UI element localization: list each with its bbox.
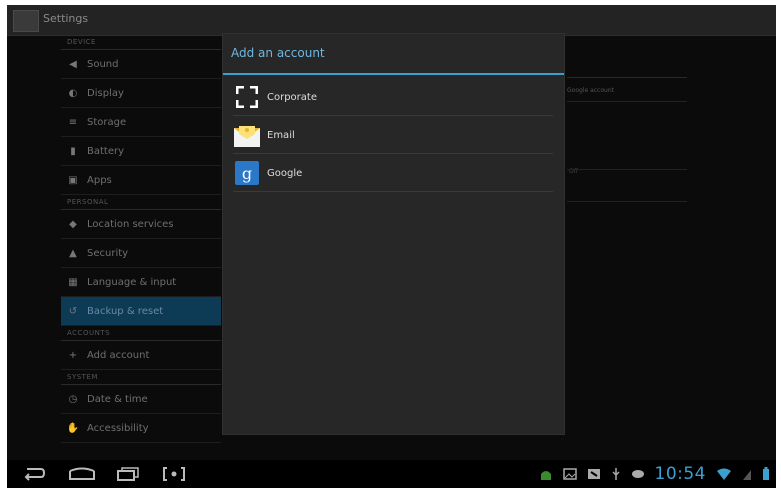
divider bbox=[567, 77, 687, 78]
dialog-title-divider bbox=[223, 73, 564, 75]
sidebar-item-label: Security bbox=[87, 247, 129, 259]
back-icon bbox=[24, 468, 45, 481]
plus-icon: + bbox=[68, 349, 78, 361]
sidebar-item-label: Add account bbox=[87, 349, 150, 361]
status-area[interactable]: 10:54 bbox=[539, 464, 771, 484]
sidebar-item-language[interactable]: ▦ Language & input bbox=[61, 268, 221, 297]
sidebar-item-accessibility[interactable]: ✋ Accessibility bbox=[61, 414, 221, 443]
svg-text:g: g bbox=[242, 164, 252, 183]
status-clock: 10:54 bbox=[654, 464, 706, 484]
account-option-label: Google bbox=[267, 167, 303, 179]
account-option-corporate[interactable]: Corporate bbox=[233, 79, 553, 116]
apps-icon: ▣ bbox=[68, 174, 78, 186]
message-notification-icon bbox=[631, 470, 644, 478]
wifi-icon bbox=[717, 468, 731, 480]
battery-status-icon bbox=[763, 467, 769, 480]
brightness-icon: ◐ bbox=[68, 87, 78, 99]
sidebar-item-label: Language & input bbox=[87, 276, 177, 288]
sidebar-item-label: Backup & reset bbox=[87, 305, 164, 317]
backup-icon: ↺ bbox=[68, 305, 78, 317]
sidebar-item-battery[interactable]: ▮ Battery bbox=[61, 137, 221, 166]
home-icon bbox=[69, 467, 95, 480]
sidebar-item-storage[interactable]: ≡ Storage bbox=[61, 108, 221, 137]
sidebar-item-display[interactable]: ◐ Display bbox=[61, 79, 221, 108]
section-header-personal: PERSONAL bbox=[61, 195, 221, 210]
divider bbox=[567, 201, 687, 202]
speaker-icon: ◀ bbox=[69, 58, 77, 70]
sidebar-item-label: Location services bbox=[87, 218, 174, 230]
account-option-label: Corporate bbox=[267, 91, 317, 103]
location-icon: ◆ bbox=[69, 218, 77, 230]
storage-icon: ≡ bbox=[68, 116, 78, 128]
sidebar-item-label: Storage bbox=[87, 116, 127, 128]
battery-icon: ▮ bbox=[70, 145, 76, 157]
section-header-device: DEVICE bbox=[61, 35, 221, 50]
section-header-system: SYSTEM bbox=[61, 370, 221, 385]
sidebar-item-label: Apps bbox=[87, 174, 112, 186]
sidebar-item-label: Battery bbox=[87, 145, 125, 157]
android-debug-icon bbox=[540, 471, 551, 480]
dialog-title: Add an account bbox=[231, 46, 325, 60]
home-button[interactable] bbox=[67, 464, 97, 484]
system-navigation-bar: 10:54 bbox=[7, 460, 776, 488]
usb-icon bbox=[611, 468, 620, 480]
clock-icon: ◷ bbox=[68, 393, 78, 405]
google-icon: g bbox=[233, 159, 261, 187]
divider bbox=[567, 169, 687, 170]
app-title: Settings bbox=[43, 12, 89, 25]
sidebar-item-label: Accessibility bbox=[87, 422, 149, 434]
sidebar-item-label: Sound bbox=[87, 58, 119, 70]
add-account-dialog: Add an account Corporate Email g Google bbox=[222, 33, 565, 435]
sidebar-item-add-account[interactable]: + Add account bbox=[61, 341, 221, 370]
account-option-email[interactable]: Email bbox=[233, 117, 553, 154]
recent-apps-icon bbox=[117, 467, 139, 481]
section-header-accounts: ACCOUNTS bbox=[61, 326, 221, 341]
image-notification-icon bbox=[562, 468, 577, 480]
sidebar-item-security[interactable]: ▲ Security bbox=[61, 239, 221, 268]
sidebar-item-date-time[interactable]: ◷ Date & time bbox=[61, 385, 221, 414]
screen: Settings DEVICE ◀ Sound ◐ Display ≡ Stor… bbox=[7, 5, 776, 488]
signal-icon bbox=[743, 470, 751, 480]
lock-icon: ▲ bbox=[69, 247, 77, 259]
screenshot-icon bbox=[163, 467, 185, 481]
sidebar-item-label: Date & time bbox=[87, 393, 148, 405]
email-icon bbox=[233, 121, 261, 149]
sidebar-item-location[interactable]: ◆ Location services bbox=[61, 210, 221, 239]
action-bar: Settings bbox=[7, 5, 776, 36]
sidebar-item-apps[interactable]: ▣ Apps bbox=[61, 166, 221, 195]
screenshot-button[interactable] bbox=[162, 464, 186, 484]
corporate-icon bbox=[233, 83, 261, 111]
settings-list: DEVICE ◀ Sound ◐ Display ≡ Storage ▮ Bat… bbox=[61, 35, 221, 465]
keyboard-icon: ▦ bbox=[68, 276, 78, 288]
settings-app-icon[interactable] bbox=[13, 10, 39, 32]
recent-apps-button[interactable] bbox=[115, 464, 141, 484]
accessibility-icon: ✋ bbox=[66, 422, 80, 434]
divider bbox=[567, 101, 687, 102]
download-notification-icon bbox=[587, 469, 600, 479]
sidebar-item-backup[interactable]: ↺ Backup & reset bbox=[61, 297, 221, 326]
background-pref-summary: Google account bbox=[567, 87, 614, 94]
account-option-google[interactable]: g Google bbox=[233, 155, 553, 192]
account-option-label: Email bbox=[267, 129, 295, 141]
back-button[interactable] bbox=[21, 464, 47, 484]
sidebar-item-label: Display bbox=[87, 87, 124, 99]
sidebar-item-sound[interactable]: ◀ Sound bbox=[61, 50, 221, 79]
